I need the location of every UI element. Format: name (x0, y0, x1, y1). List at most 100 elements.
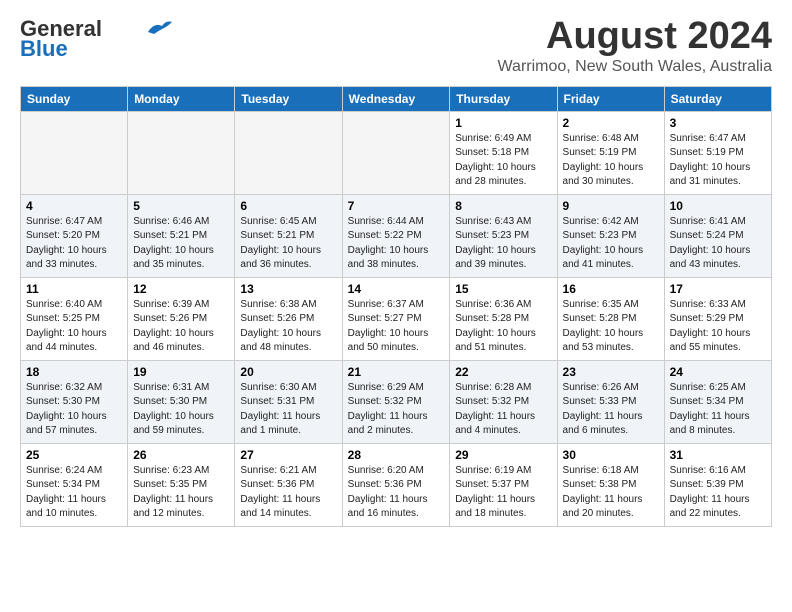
day-info: Sunrise: 6:48 AM Sunset: 5:19 PM Dayligh… (563, 132, 659, 190)
day-info: Sunrise: 6:38 AM Sunset: 5:26 PM Dayligh… (240, 298, 336, 356)
month-title: August 2024 (498, 16, 772, 58)
location: Warrimoo, New South Wales, Australia (498, 58, 772, 76)
day-info: Sunrise: 6:30 AM Sunset: 5:31 PM Dayligh… (240, 381, 336, 439)
day-info: Sunrise: 6:41 AM Sunset: 5:24 PM Dayligh… (670, 215, 766, 273)
day-info: Sunrise: 6:44 AM Sunset: 5:22 PM Dayligh… (348, 215, 445, 273)
day-info: Sunrise: 6:47 AM Sunset: 5:20 PM Dayligh… (26, 215, 122, 273)
table-row: 29 Sunrise: 6:19 AM Sunset: 5:37 PM Dayli… (450, 443, 557, 526)
table-row: 28 Sunrise: 6:20 AM Sunset: 5:36 PM Dayli… (342, 443, 450, 526)
calendar-header-row: Sunday Monday Tuesday Wednesday Thursday… (21, 86, 772, 111)
day-number: 21 (348, 365, 445, 379)
logo-bird-icon (146, 18, 174, 36)
table-row: 4 Sunrise: 6:47 AM Sunset: 5:20 PM Daylig… (21, 194, 128, 277)
page: General Blue August 2024 Warrimoo, New S… (0, 0, 792, 537)
col-sunday: Sunday (21, 86, 128, 111)
table-row: 19 Sunrise: 6:31 AM Sunset: 5:30 PM Dayli… (128, 360, 235, 443)
table-row: 12 Sunrise: 6:39 AM Sunset: 5:26 PM Dayli… (128, 277, 235, 360)
table-row: 22 Sunrise: 6:28 AM Sunset: 5:32 PM Dayli… (450, 360, 557, 443)
table-row: 25 Sunrise: 6:24 AM Sunset: 5:34 PM Dayli… (21, 443, 128, 526)
table-row: 11 Sunrise: 6:40 AM Sunset: 5:25 PM Dayli… (21, 277, 128, 360)
day-number: 9 (563, 199, 659, 213)
day-number: 30 (563, 448, 659, 462)
col-friday: Friday (557, 86, 664, 111)
day-number: 17 (670, 282, 766, 296)
day-info: Sunrise: 6:20 AM Sunset: 5:36 PM Dayligh… (348, 464, 445, 522)
day-number: 16 (563, 282, 659, 296)
day-number: 19 (133, 365, 229, 379)
col-tuesday: Tuesday (235, 86, 342, 111)
day-number: 14 (348, 282, 445, 296)
table-row: 8 Sunrise: 6:43 AM Sunset: 5:23 PM Daylig… (450, 194, 557, 277)
table-row: 31 Sunrise: 6:16 AM Sunset: 5:39 PM Dayli… (664, 443, 771, 526)
day-info: Sunrise: 6:47 AM Sunset: 5:19 PM Dayligh… (670, 132, 766, 190)
day-number: 7 (348, 199, 445, 213)
day-info: Sunrise: 6:31 AM Sunset: 5:30 PM Dayligh… (133, 381, 229, 439)
day-info: Sunrise: 6:40 AM Sunset: 5:25 PM Dayligh… (26, 298, 122, 356)
day-number: 5 (133, 199, 229, 213)
day-number: 27 (240, 448, 336, 462)
day-number: 2 (563, 116, 659, 130)
day-info: Sunrise: 6:16 AM Sunset: 5:39 PM Dayligh… (670, 464, 766, 522)
day-info: Sunrise: 6:35 AM Sunset: 5:28 PM Dayligh… (563, 298, 659, 356)
day-info: Sunrise: 6:39 AM Sunset: 5:26 PM Dayligh… (133, 298, 229, 356)
day-number: 26 (133, 448, 229, 462)
table-row: 20 Sunrise: 6:30 AM Sunset: 5:31 PM Dayli… (235, 360, 342, 443)
day-info: Sunrise: 6:28 AM Sunset: 5:32 PM Dayligh… (455, 381, 551, 439)
logo-blue: Blue (20, 36, 68, 62)
day-number: 12 (133, 282, 229, 296)
day-info: Sunrise: 6:46 AM Sunset: 5:21 PM Dayligh… (133, 215, 229, 273)
day-number: 20 (240, 365, 336, 379)
day-info: Sunrise: 6:49 AM Sunset: 5:18 PM Dayligh… (455, 132, 551, 190)
table-row: 17Sunrise: 6:33 AM Sunset: 5:29 PM Dayli… (664, 277, 771, 360)
table-row: 30Sunrise: 6:18 AM Sunset: 5:38 PM Dayli… (557, 443, 664, 526)
day-info: Sunrise: 6:19 AM Sunset: 5:37 PM Dayligh… (455, 464, 551, 522)
day-info: Sunrise: 6:36 AM Sunset: 5:28 PM Dayligh… (455, 298, 551, 356)
calendar-table: Sunday Monday Tuesday Wednesday Thursday… (20, 86, 772, 527)
day-info: Sunrise: 6:26 AM Sunset: 5:33 PM Dayligh… (563, 381, 659, 439)
day-number: 22 (455, 365, 551, 379)
day-number: 18 (26, 365, 122, 379)
table-row: 21Sunrise: 6:29 AM Sunset: 5:32 PM Dayli… (342, 360, 450, 443)
calendar-week-row: 11 Sunrise: 6:40 AM Sunset: 5:25 PM Dayli… (21, 277, 772, 360)
table-row: 27Sunrise: 6:21 AM Sunset: 5:36 PM Dayli… (235, 443, 342, 526)
day-number: 31 (670, 448, 766, 462)
day-number: 8 (455, 199, 551, 213)
day-number: 4 (26, 199, 122, 213)
day-info: Sunrise: 6:42 AM Sunset: 5:23 PM Dayligh… (563, 215, 659, 273)
day-number: 6 (240, 199, 336, 213)
day-number: 15 (455, 282, 551, 296)
day-number: 29 (455, 448, 551, 462)
day-number: 1 (455, 116, 551, 130)
table-row: 9 Sunrise: 6:42 AM Sunset: 5:23 PM Daylig… (557, 194, 664, 277)
table-row (342, 111, 450, 194)
table-row: 18Sunrise: 6:32 AM Sunset: 5:30 PM Dayli… (21, 360, 128, 443)
table-row: 15 Sunrise: 6:36 AM Sunset: 5:28 PM Dayli… (450, 277, 557, 360)
table-row: 10 Sunrise: 6:41 AM Sunset: 5:24 PM Dayli… (664, 194, 771, 277)
day-number: 10 (670, 199, 766, 213)
table-row (21, 111, 128, 194)
day-info: Sunrise: 6:43 AM Sunset: 5:23 PM Dayligh… (455, 215, 551, 273)
col-saturday: Saturday (664, 86, 771, 111)
table-row: 24Sunrise: 6:25 AM Sunset: 5:34 PM Dayli… (664, 360, 771, 443)
calendar-week-row: 1 Sunrise: 6:49 AM Sunset: 5:18 PM Daylig… (21, 111, 772, 194)
calendar-week-row: 25 Sunrise: 6:24 AM Sunset: 5:34 PM Dayli… (21, 443, 772, 526)
table-row: 2 Sunrise: 6:48 AM Sunset: 5:19 PM Daylig… (557, 111, 664, 194)
table-row: 3Sunrise: 6:47 AM Sunset: 5:19 PM Daylig… (664, 111, 771, 194)
day-number: 11 (26, 282, 122, 296)
table-row: 5 Sunrise: 6:46 AM Sunset: 5:21 PM Daylig… (128, 194, 235, 277)
table-row: 26 Sunrise: 6:23 AM Sunset: 5:35 PM Dayli… (128, 443, 235, 526)
calendar-week-row: 4 Sunrise: 6:47 AM Sunset: 5:20 PM Daylig… (21, 194, 772, 277)
day-info: Sunrise: 6:23 AM Sunset: 5:35 PM Dayligh… (133, 464, 229, 522)
day-number: 23 (563, 365, 659, 379)
title-block: August 2024 Warrimoo, New South Wales, A… (498, 16, 772, 76)
day-number: 13 (240, 282, 336, 296)
header: General Blue August 2024 Warrimoo, New S… (20, 16, 772, 76)
logo: General Blue (20, 16, 174, 62)
table-row: 1 Sunrise: 6:49 AM Sunset: 5:18 PM Daylig… (450, 111, 557, 194)
table-row: 14Sunrise: 6:37 AM Sunset: 5:27 PM Dayli… (342, 277, 450, 360)
table-row (235, 111, 342, 194)
day-info: Sunrise: 6:24 AM Sunset: 5:34 PM Dayligh… (26, 464, 122, 522)
day-number: 28 (348, 448, 445, 462)
day-number: 25 (26, 448, 122, 462)
col-thursday: Thursday (450, 86, 557, 111)
